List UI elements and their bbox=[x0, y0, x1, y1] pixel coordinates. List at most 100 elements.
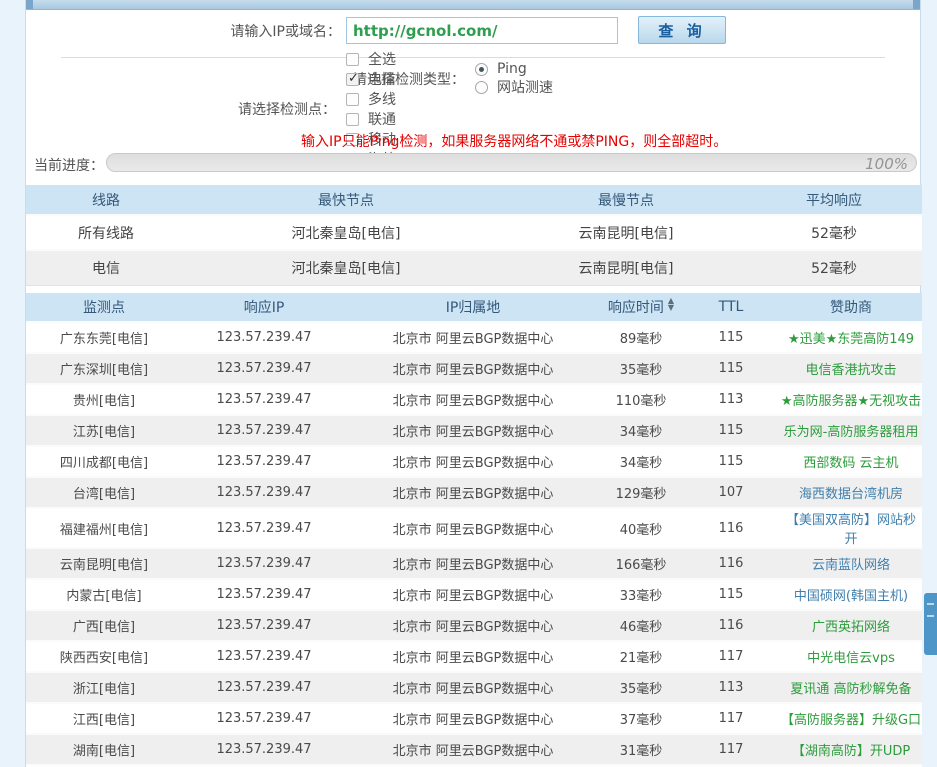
ttl-cell: 116 bbox=[682, 548, 780, 579]
query-button[interactable]: 查 询 bbox=[638, 16, 726, 44]
ip-cell: 123.57.239.47 bbox=[182, 446, 346, 477]
column-header-1: 监测点 bbox=[26, 293, 182, 322]
sponsor-link[interactable]: 【高防服务器】升级G口 bbox=[781, 713, 921, 728]
location-cell: 北京市 阿里云BGP数据中心 bbox=[346, 446, 600, 477]
summary-row: 所有线路河北秦皇岛[电信]云南昆明[电信]52毫秒 bbox=[26, 215, 922, 250]
detail-table: 监测点响应IPIP归属地响应时间▲▼TTL赞助商 广东东莞[电信]123.57.… bbox=[26, 293, 922, 767]
location-cell: 北京市 阿里云BGP数据中心 bbox=[346, 641, 600, 672]
location-cell: 北京市 阿里云BGP数据中心 bbox=[346, 353, 600, 384]
sponsor-link[interactable]: ★迅美★东莞高防149 bbox=[788, 332, 914, 347]
sponsor-cell: 中光电信云vps bbox=[780, 641, 922, 672]
ttl-cell: 117 bbox=[682, 641, 780, 672]
node-cell: 陕西西安[电信] bbox=[26, 641, 182, 672]
column-header-2: 最快节点 bbox=[186, 185, 506, 215]
node-cell: 四川成都[电信] bbox=[26, 446, 182, 477]
sponsor-cell: 广西英拓网络 bbox=[780, 610, 922, 641]
ip-cell: 123.57.239.47 bbox=[182, 548, 346, 579]
option-label: 电信 bbox=[368, 69, 396, 89]
checkbox-icon[interactable] bbox=[346, 73, 359, 86]
sponsor-link[interactable]: 广西英拓网络 bbox=[812, 620, 890, 635]
time-cell: 37毫秒 bbox=[600, 703, 682, 734]
sort-icon[interactable]: ▲▼ bbox=[668, 301, 674, 315]
column-header-5: TTL bbox=[682, 293, 780, 322]
ttl-cell: 116 bbox=[682, 610, 780, 641]
warning-text: 输入IP只能Ping检测，如果服务器网络不通或禁PING，则全部超时。 bbox=[301, 131, 727, 151]
sponsor-link[interactable]: 【美国双高防】网站秒开 bbox=[786, 513, 916, 547]
detail-row: 江西[电信]123.57.239.47北京市 阿里云BGP数据中心37毫秒117… bbox=[26, 703, 922, 734]
summary-header-row: 线路最快节点最慢节点平均响应 bbox=[26, 185, 922, 215]
time-cell: 166毫秒 bbox=[600, 548, 682, 579]
ip-cell: 123.57.239.47 bbox=[182, 384, 346, 415]
detail-row: 四川成都[电信]123.57.239.47北京市 阿里云BGP数据中心34毫秒1… bbox=[26, 446, 922, 477]
ip-cell: 123.57.239.47 bbox=[182, 734, 346, 765]
radio-icon[interactable] bbox=[475, 81, 488, 94]
time-cell: 35毫秒 bbox=[600, 353, 682, 384]
sponsor-link[interactable]: 夏讯通 高防秒解免备 bbox=[790, 682, 911, 697]
node-cell: 福建福州[电信] bbox=[26, 508, 182, 548]
summary-cell: 52毫秒 bbox=[746, 250, 922, 285]
ttl-cell: 115 bbox=[682, 322, 780, 353]
checkbox-icon[interactable] bbox=[346, 53, 359, 66]
radio-icon[interactable] bbox=[475, 63, 488, 76]
summary-cell: 52毫秒 bbox=[746, 215, 922, 250]
ttl-cell: 107 bbox=[682, 477, 780, 508]
sponsor-link[interactable]: 中国硕网(韩国主机) bbox=[794, 589, 908, 604]
check-node-label: 请选择检测点： bbox=[238, 99, 336, 119]
column-header-4[interactable]: 响应时间▲▼ bbox=[600, 293, 682, 322]
option-label: 全选 bbox=[368, 49, 396, 69]
detail-row: 湖南[电信]123.57.239.47北京市 阿里云BGP数据中心31毫秒117… bbox=[26, 734, 922, 765]
sponsor-link[interactable]: ★高防服务器★无视攻击 bbox=[781, 394, 921, 409]
radio-option-Ping[interactable]: Ping bbox=[475, 61, 553, 77]
checkbox-option-电信[interactable]: 电信 bbox=[346, 69, 410, 89]
detail-row: 福建福州[电信]123.57.239.47北京市 阿里云BGP数据中心40毫秒1… bbox=[26, 508, 922, 548]
ip-cell: 123.57.239.47 bbox=[182, 415, 346, 446]
sponsor-link[interactable]: 中光电信云vps bbox=[807, 651, 895, 666]
sponsor-link[interactable]: 西部数码 云主机 bbox=[803, 456, 898, 471]
detail-row: 浙江[电信]123.57.239.47北京市 阿里云BGP数据中心35毫秒113… bbox=[26, 672, 922, 703]
sponsor-cell: ★高防服务器★无视攻击 bbox=[780, 384, 922, 415]
sponsor-link[interactable]: 云南蓝队网络 bbox=[812, 558, 890, 573]
node-cell: 江苏[电信] bbox=[26, 415, 182, 446]
sponsor-cell: 西部数码 云主机 bbox=[780, 446, 922, 477]
floating-widget-tab[interactable] bbox=[924, 593, 937, 655]
radio-option-网站测速[interactable]: 网站测速 bbox=[475, 77, 553, 97]
column-header-6: 赞助商 bbox=[780, 293, 922, 322]
node-cell: 云南昆明[电信] bbox=[26, 548, 182, 579]
ip-cell: 123.57.239.47 bbox=[182, 322, 346, 353]
progress-section: 当前进度： 100% bbox=[26, 152, 920, 174]
location-cell: 北京市 阿里云BGP数据中心 bbox=[346, 734, 600, 765]
checkbox-option-全选[interactable]: 全选 bbox=[346, 49, 410, 69]
time-cell: 40毫秒 bbox=[600, 508, 682, 548]
time-cell: 129毫秒 bbox=[600, 477, 682, 508]
time-cell: 89毫秒 bbox=[600, 322, 682, 353]
column-header-1: 线路 bbox=[26, 185, 186, 215]
checkbox-option-联通[interactable]: 联通 bbox=[346, 109, 410, 129]
node-cell: 江西[电信] bbox=[26, 703, 182, 734]
summary-cell: 河北秦皇岛[电信] bbox=[186, 215, 506, 250]
sponsor-link[interactable]: 海西数据台湾机房 bbox=[799, 487, 903, 502]
location-cell: 北京市 阿里云BGP数据中心 bbox=[346, 477, 600, 508]
sponsor-cell: 海西数据台湾机房 bbox=[780, 477, 922, 508]
check-type-options: Ping网站测速 bbox=[475, 61, 575, 97]
sponsor-link[interactable]: 乐为网-高防服务器租用 bbox=[784, 425, 919, 440]
time-cell: 34毫秒 bbox=[600, 415, 682, 446]
summary-cell: 云南昆明[电信] bbox=[506, 250, 746, 285]
url-input[interactable] bbox=[346, 17, 618, 44]
ttl-cell: 116 bbox=[682, 508, 780, 548]
ttl-cell: 115 bbox=[682, 415, 780, 446]
checkbox-icon[interactable] bbox=[346, 113, 359, 126]
node-cell: 内蒙古[电信] bbox=[26, 579, 182, 610]
progress-bar: 100% bbox=[106, 153, 917, 172]
sponsor-cell: 【湖南高防】开UDP bbox=[780, 734, 922, 765]
sponsor-link[interactable]: 电信香港抗攻击 bbox=[805, 363, 896, 378]
sponsor-cell: ★迅美★东莞高防149 bbox=[780, 322, 922, 353]
checkbox-option-多线[interactable]: 多线 bbox=[346, 89, 410, 109]
checkbox-icon[interactable] bbox=[346, 93, 359, 106]
column-header-3: IP归属地 bbox=[346, 293, 600, 322]
sponsor-cell: 【美国双高防】网站秒开 bbox=[780, 508, 922, 548]
time-cell: 21毫秒 bbox=[600, 641, 682, 672]
option-label: 联通 bbox=[368, 109, 396, 129]
ip-cell: 123.57.239.47 bbox=[182, 353, 346, 384]
ip-cell: 123.57.239.47 bbox=[182, 610, 346, 641]
sponsor-link[interactable]: 【湖南高防】开UDP bbox=[792, 744, 910, 759]
